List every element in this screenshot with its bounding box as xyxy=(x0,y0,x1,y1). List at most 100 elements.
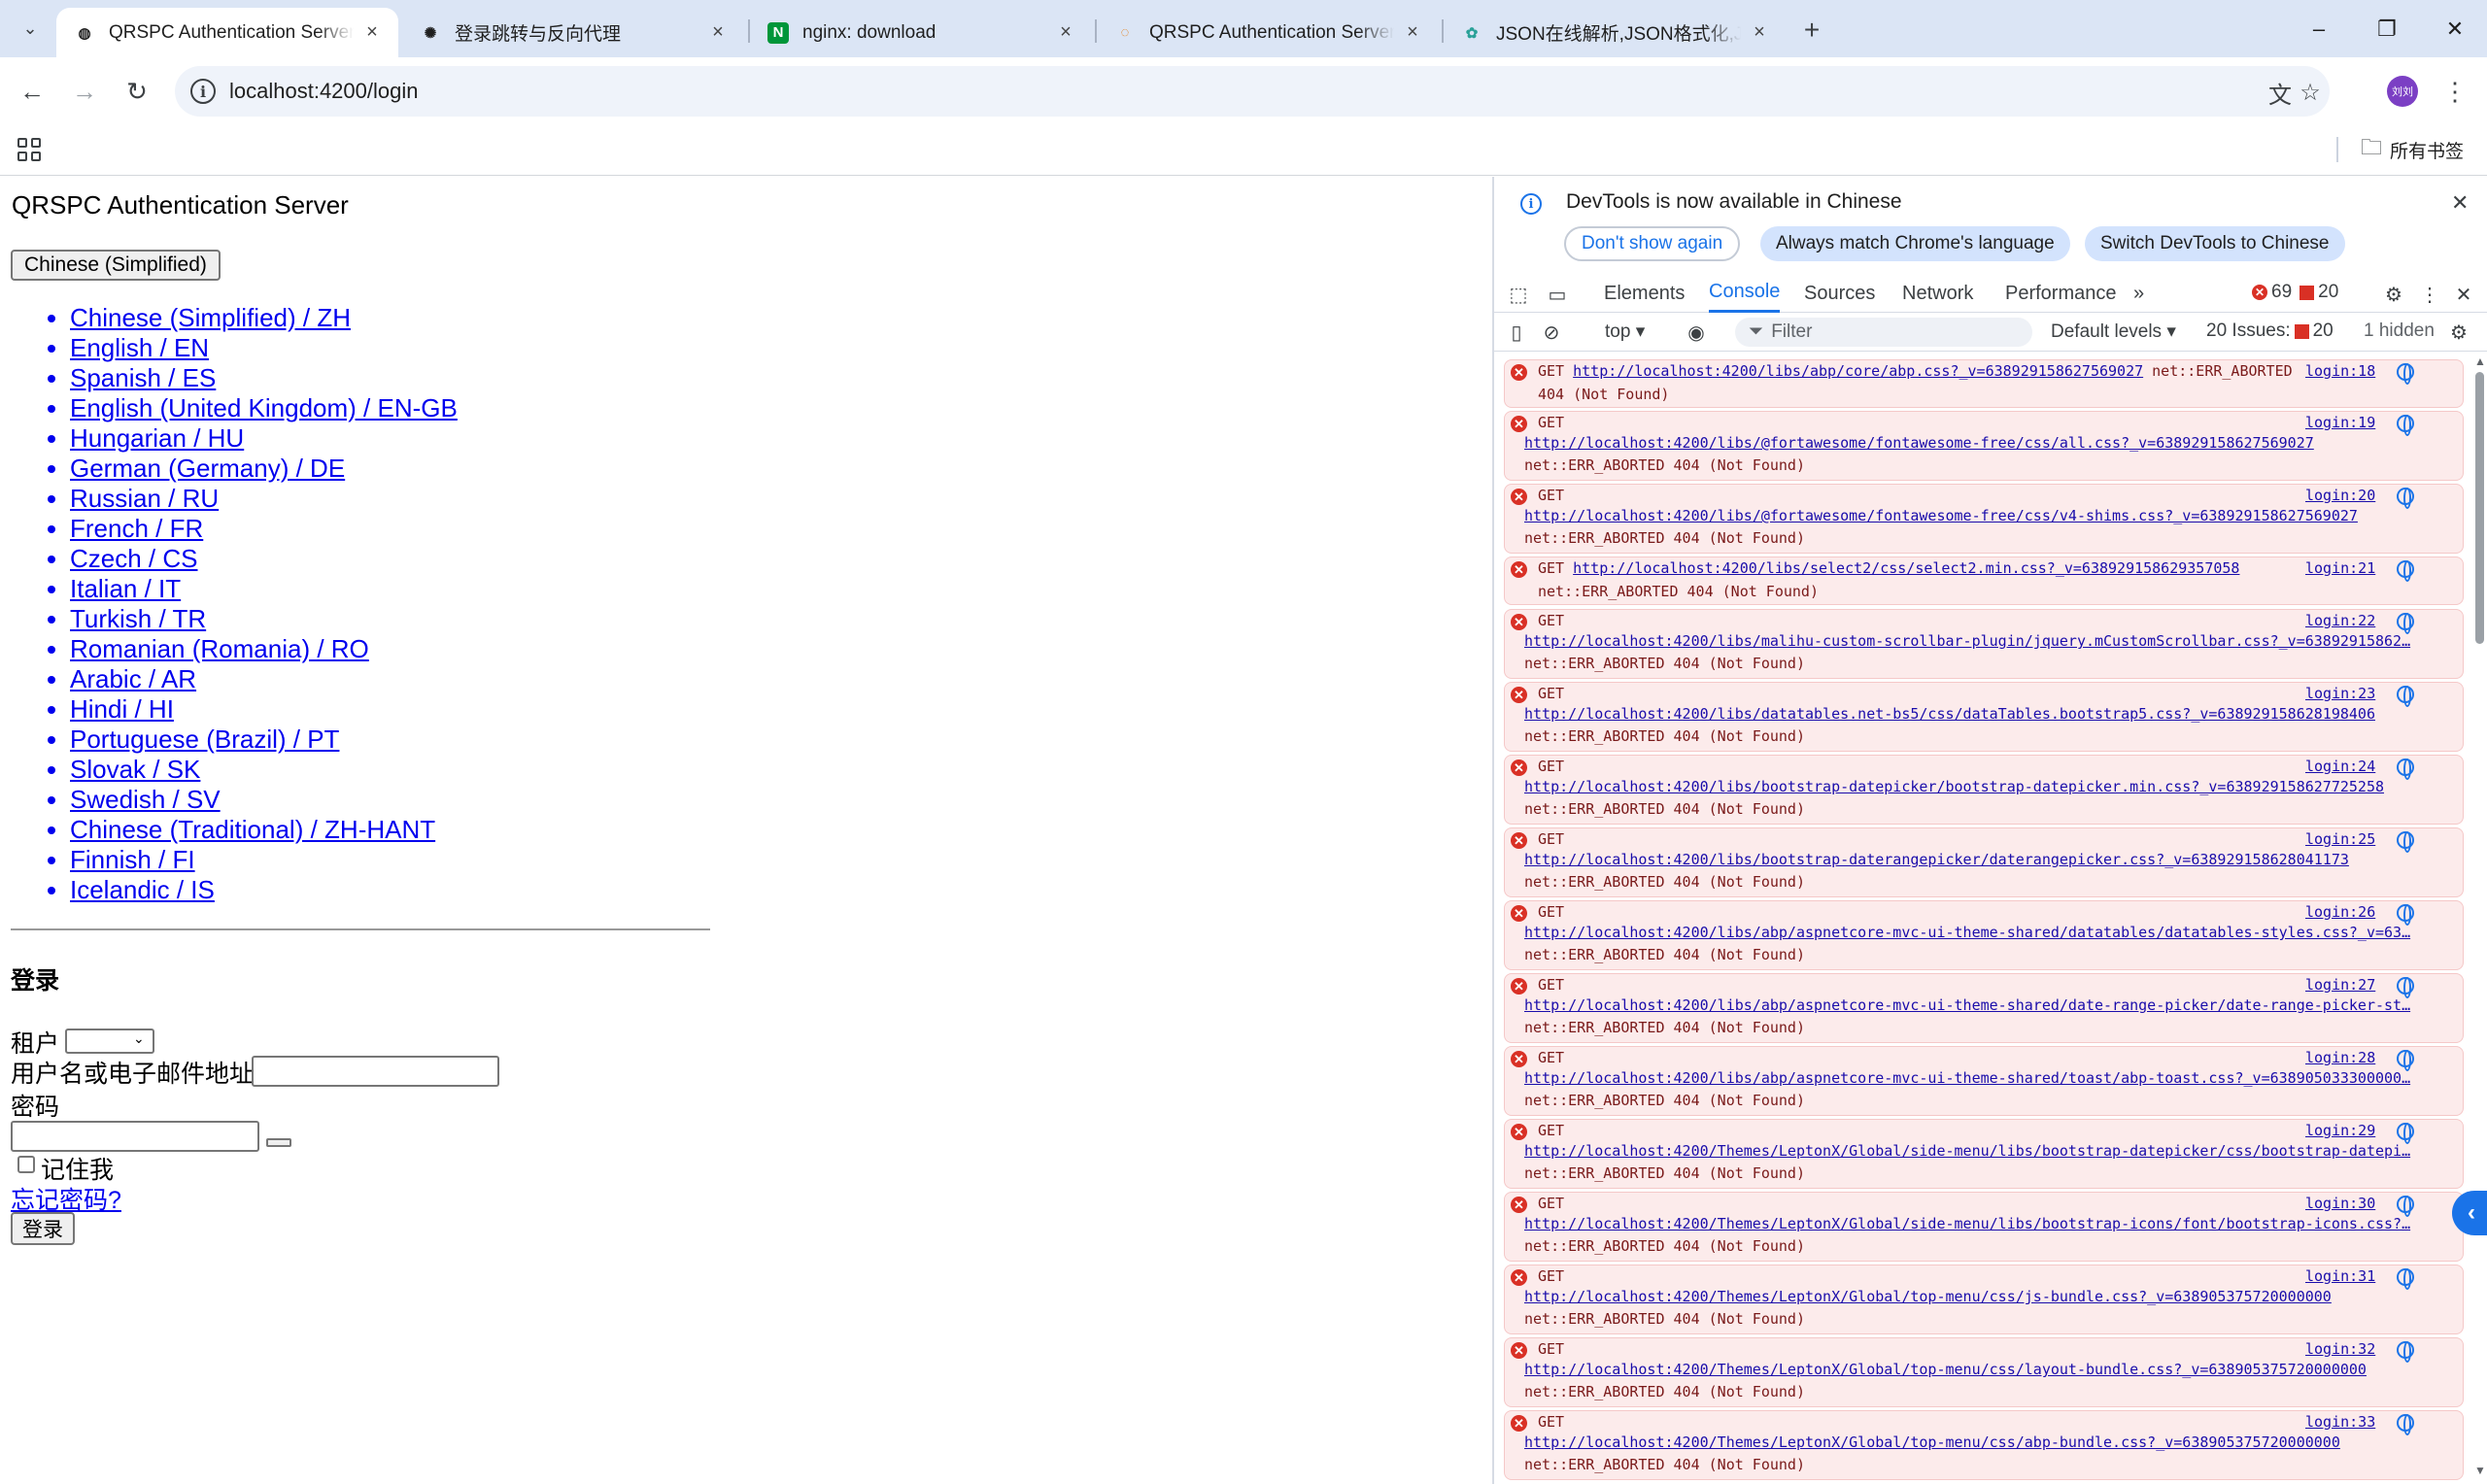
tab-performance[interactable]: Performance xyxy=(2005,274,2117,313)
all-bookmarks-button[interactable]: 🗀 所有书签 xyxy=(2361,135,2464,164)
request-url-link[interactable]: http://localhost:4200/Themes/LeptonX/Glo… xyxy=(1524,1361,2367,1378)
source-location-link[interactable]: login:29 xyxy=(2305,1122,2375,1139)
profile-avatar[interactable]: 刘刘 xyxy=(2387,76,2418,107)
request-url-link[interactable]: http://localhost:4200/Themes/LeptonX/Glo… xyxy=(1524,1142,2410,1160)
source-location-link[interactable]: login:23 xyxy=(2305,685,2375,702)
language-link[interactable]: Spanish / ES xyxy=(70,363,216,392)
close-icon[interactable]: ✕ xyxy=(2451,190,2469,216)
translate-icon[interactable]: 文 xyxy=(2266,78,2295,109)
eye-icon[interactable]: ◉ xyxy=(1684,320,1709,345)
network-globe-icon[interactable] xyxy=(2397,1050,2414,1071)
url-text[interactable]: localhost:4200/login xyxy=(229,79,418,104)
language-link[interactable]: Finnish / FI xyxy=(70,845,195,874)
restore-button[interactable]: ❐ xyxy=(2353,0,2421,57)
browser-tab[interactable]: ✺ 登录跳转与反向代理 × xyxy=(402,8,744,57)
language-link[interactable]: Turkish / TR xyxy=(70,604,206,633)
language-link[interactable]: Hungarian / HU xyxy=(70,423,244,453)
console-error-message[interactable]: ✕ GET http://localhost:4200/Themes/LeptonX… xyxy=(1504,1192,2464,1262)
source-location-link[interactable]: login:33 xyxy=(2305,1413,2375,1431)
new-tab-button[interactable]: + xyxy=(1795,14,1828,47)
sidebar-toggle-icon[interactable]: ▯ xyxy=(1504,320,1529,345)
bookmark-star-icon[interactable]: ☆ xyxy=(2296,78,2325,107)
dont-show-again-button[interactable]: Don't show again xyxy=(1564,226,1741,261)
network-globe-icon[interactable] xyxy=(2397,1123,2414,1144)
console-error-message[interactable]: ✕ GET http://localhost:4200/libs/datatable… xyxy=(1504,682,2464,752)
language-link[interactable]: Slovak / SK xyxy=(70,755,200,784)
error-counter[interactable]: ✕ 69 20 xyxy=(2252,282,2338,303)
more-tabs-icon[interactable]: » xyxy=(2133,274,2144,313)
network-globe-icon[interactable] xyxy=(2397,831,2414,853)
console-error-message[interactable]: ✕ GET http://localhost:4200/libs/malihu-cu… xyxy=(1504,609,2464,679)
console-error-message[interactable]: ✕ GET http://localhost:4200/libs/@fortawes… xyxy=(1504,411,2464,481)
language-link[interactable]: German (Germany) / DE xyxy=(70,454,345,483)
request-url-link[interactable]: http://localhost:4200/libs/abp/aspnetcor… xyxy=(1524,1069,2410,1087)
scroll-thumb[interactable] xyxy=(2475,372,2484,644)
login-button[interactable]: 登录 xyxy=(11,1212,75,1245)
switch-to-chinese-button[interactable]: Switch DevTools to Chinese xyxy=(2085,226,2345,261)
network-globe-icon[interactable] xyxy=(2397,759,2414,780)
log-levels-select[interactable]: Default levels ▾ xyxy=(2051,320,2176,343)
console-error-message[interactable]: ✕ GET http://localhost:4200/Themes/LeptonX… xyxy=(1504,1119,2464,1189)
browser-tab[interactable]: N nginx: download × xyxy=(750,8,1092,57)
language-link[interactable]: Chinese (Traditional) / ZH-HANT xyxy=(70,815,435,844)
source-location-link[interactable]: login:25 xyxy=(2305,830,2375,848)
close-tab-icon[interactable]: × xyxy=(1402,21,1423,44)
console-error-message[interactable]: ✕ GET http://localhost:4200/libs/abp/aspne… xyxy=(1504,973,2464,1043)
forward-icon[interactable]: → xyxy=(67,74,102,109)
request-url-link[interactable]: http://localhost:4200/libs/bootstrap-dat… xyxy=(1524,778,2384,795)
devtools-menu-icon[interactable]: ⋮ xyxy=(2417,282,2442,307)
source-location-link[interactable]: login:32 xyxy=(2305,1340,2375,1358)
language-link[interactable]: Chinese (Simplified) / ZH xyxy=(70,303,351,332)
close-devtools-icon[interactable]: ✕ xyxy=(2451,282,2476,307)
request-url-link[interactable]: http://localhost:4200/libs/malihu-custom… xyxy=(1524,632,2410,650)
source-location-link[interactable]: login:27 xyxy=(2305,976,2375,994)
language-link[interactable]: Hindi / HI xyxy=(70,694,174,724)
language-link[interactable]: Swedish / SV xyxy=(70,785,221,814)
console-error-message[interactable]: ✕ GET http://localhost:4200/Themes/LeptonX… xyxy=(1504,1410,2464,1480)
console-error-message[interactable]: ✕ GET http://localhost:4200/libs/select2/… xyxy=(1504,556,2464,605)
network-globe-icon[interactable] xyxy=(2397,977,2414,998)
request-url-link[interactable]: http://localhost:4200/libs/abp/core/abp.… xyxy=(1573,362,2143,380)
tenant-select[interactable]: ⌄ xyxy=(65,1029,154,1054)
console-error-message[interactable]: ✕ GET http://localhost:4200/libs/abp/core… xyxy=(1504,359,2464,408)
language-link[interactable]: Romanian (Romania) / RO xyxy=(70,634,369,663)
browser-menu-icon[interactable]: ⋮ xyxy=(2440,74,2470,109)
filter-input[interactable]: ⏷ Filter xyxy=(1735,318,2032,347)
source-location-link[interactable]: login:31 xyxy=(2305,1267,2375,1285)
tab-search-chevron-icon[interactable]: ⌄ xyxy=(14,12,47,45)
console-settings-icon[interactable]: ⚙ xyxy=(2446,320,2471,345)
console-error-message[interactable]: ✕ GET http://localhost:4200/libs/abp/aspne… xyxy=(1504,900,2464,970)
site-info-icon[interactable]: i xyxy=(190,79,216,104)
settings-gear-icon[interactable]: ⚙ xyxy=(2381,282,2406,307)
network-globe-icon[interactable] xyxy=(2397,560,2414,582)
language-link[interactable]: English / EN xyxy=(70,333,209,362)
scroll-up-icon[interactable]: ▲ xyxy=(2474,354,2486,368)
language-link[interactable]: Russian / RU xyxy=(70,484,219,513)
source-location-link[interactable]: login:18 xyxy=(2305,362,2375,380)
context-select[interactable]: top ▾ xyxy=(1605,320,1645,343)
network-globe-icon[interactable] xyxy=(2397,686,2414,707)
tab-network[interactable]: Network xyxy=(1902,274,1973,313)
network-globe-icon[interactable] xyxy=(2397,363,2414,385)
language-link[interactable]: Portuguese (Brazil) / PT xyxy=(70,725,339,754)
console-error-message[interactable]: ✕ GET http://localhost:4200/libs/abp/aspne… xyxy=(1504,1046,2464,1116)
request-url-link[interactable]: http://localhost:4200/Themes/LeptonX/Glo… xyxy=(1524,1433,2340,1451)
network-globe-icon[interactable] xyxy=(2397,613,2414,634)
browser-tab[interactable]: ✿ JSON在线解析,JSON格式化,JS × xyxy=(1444,8,1786,57)
tab-sources[interactable]: Sources xyxy=(1804,274,1875,313)
inspect-element-icon[interactable]: ⬚ xyxy=(1506,282,1531,307)
language-button[interactable]: Chinese (Simplified) xyxy=(11,250,221,281)
network-globe-icon[interactable] xyxy=(2397,1196,2414,1217)
request-url-link[interactable]: http://localhost:4200/libs/select2/css/s… xyxy=(1573,559,2239,577)
forgot-password-link[interactable]: 忘记密码? xyxy=(11,1181,121,1216)
language-link[interactable]: French / FR xyxy=(70,514,203,543)
console-error-message[interactable]: ✕ GET http://localhost:4200/Themes/LeptonX… xyxy=(1504,1265,2464,1334)
request-url-link[interactable]: http://localhost:4200/libs/bootstrap-dat… xyxy=(1524,851,2349,868)
request-url-link[interactable]: http://localhost:4200/libs/@fortawesome/… xyxy=(1524,507,2358,524)
language-link[interactable]: Czech / CS xyxy=(70,544,198,573)
close-tab-icon[interactable]: × xyxy=(1055,21,1076,44)
back-icon[interactable]: ← xyxy=(15,74,50,109)
always-match-language-button[interactable]: Always match Chrome's language xyxy=(1760,226,2070,261)
scroll-down-icon[interactable]: ▼ xyxy=(2474,1464,2486,1477)
request-url-link[interactable]: http://localhost:4200/Themes/LeptonX/Glo… xyxy=(1524,1215,2410,1232)
